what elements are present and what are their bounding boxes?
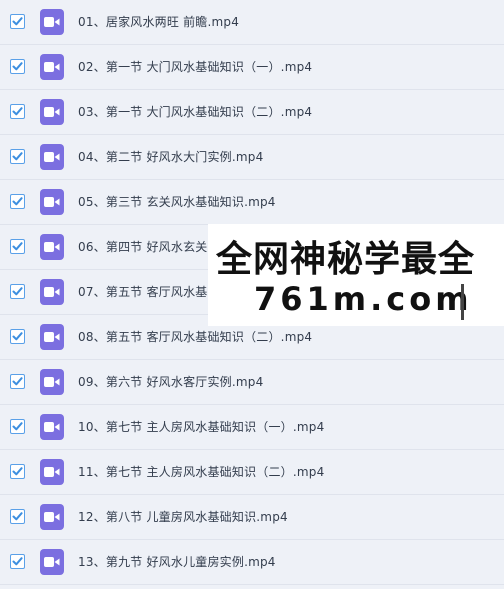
checkmark-icon xyxy=(12,557,23,566)
file-name[interactable]: 05、第三节 玄关风水基础知识.mp4 xyxy=(78,193,276,210)
file-name[interactable]: 10、第七节 主人房风水基础知识（一）.mp4 xyxy=(78,418,324,435)
watermark-title: 全网神秘学最全 xyxy=(216,239,476,280)
checkmark-icon xyxy=(12,467,23,476)
checkmark-icon xyxy=(12,512,23,521)
checkmark-icon xyxy=(12,107,23,116)
watermark-url: 761m.com xyxy=(254,280,473,318)
checkmark-icon xyxy=(12,197,23,206)
file-checkbox[interactable] xyxy=(10,14,25,29)
file-name[interactable]: 13、第九节 好风水儿童房实例.mp4 xyxy=(78,553,276,570)
file-checkbox[interactable] xyxy=(10,104,25,119)
file-checkbox[interactable] xyxy=(10,194,25,209)
file-row[interactable]: 10、第七节 主人房风水基础知识（一）.mp4 xyxy=(0,405,504,450)
video-file-icon xyxy=(40,549,64,575)
checkmark-icon xyxy=(12,17,23,26)
file-checkbox[interactable] xyxy=(10,284,25,299)
video-file-icon xyxy=(40,99,64,125)
file-name[interactable]: 02、第一节 大门风水基础知识（一）.mp4 xyxy=(78,58,312,75)
video-file-icon xyxy=(40,279,64,305)
video-file-icon xyxy=(40,9,64,35)
checkmark-icon xyxy=(12,332,23,341)
file-name[interactable]: 06、第四节 好风水玄关 xyxy=(78,238,208,255)
video-file-icon xyxy=(40,234,64,260)
file-row[interactable]: 09、第六节 好风水客厅实例.mp4 xyxy=(0,360,504,405)
text-cursor xyxy=(461,284,464,320)
file-name[interactable]: 12、第八节 儿童房风水基础知识.mp4 xyxy=(78,508,288,525)
file-checkbox[interactable] xyxy=(10,464,25,479)
file-checkbox[interactable] xyxy=(10,374,25,389)
checkmark-icon xyxy=(12,152,23,161)
file-checkbox[interactable] xyxy=(10,419,25,434)
checkmark-icon xyxy=(12,377,23,386)
file-row[interactable]: 04、第二节 好风水大门实例.mp4 xyxy=(0,135,504,180)
file-checkbox[interactable] xyxy=(10,239,25,254)
file-checkbox[interactable] xyxy=(10,149,25,164)
video-file-icon xyxy=(40,414,64,440)
checkmark-icon xyxy=(12,287,23,296)
file-checkbox[interactable] xyxy=(10,509,25,524)
file-name[interactable]: 01、居家风水两旺 前瞻.mp4 xyxy=(78,13,239,30)
checkmark-icon xyxy=(12,242,23,251)
video-file-icon xyxy=(40,54,64,80)
file-row[interactable]: 05、第三节 玄关风水基础知识.mp4 xyxy=(0,180,504,225)
file-name[interactable]: 04、第二节 好风水大门实例.mp4 xyxy=(78,148,263,165)
file-row[interactable]: 13、第九节 好风水儿童房实例.mp4 xyxy=(0,540,504,585)
checkmark-icon xyxy=(12,422,23,431)
file-name[interactable]: 11、第七节 主人房风水基础知识（二）.mp4 xyxy=(78,463,324,480)
file-name[interactable]: 07、第五节 客厅风水基 xyxy=(78,283,208,300)
file-name[interactable]: 03、第一节 大门风水基础知识（二）.mp4 xyxy=(78,103,312,120)
file-checkbox[interactable] xyxy=(10,329,25,344)
checkmark-icon xyxy=(12,62,23,71)
video-file-icon xyxy=(40,459,64,485)
file-checkbox[interactable] xyxy=(10,554,25,569)
file-row[interactable]: 11、第七节 主人房风水基础知识（二）.mp4 xyxy=(0,450,504,495)
video-file-icon xyxy=(40,504,64,530)
file-row[interactable]: 02、第一节 大门风水基础知识（一）.mp4 xyxy=(0,45,504,90)
file-checkbox[interactable] xyxy=(10,59,25,74)
file-name[interactable]: 08、第五节 客厅风水基础知识（二）.mp4 xyxy=(78,328,312,345)
video-file-icon xyxy=(40,189,64,215)
file-row[interactable]: 12、第八节 儿童房风水基础知识.mp4 xyxy=(0,495,504,540)
file-row[interactable]: 01、居家风水两旺 前瞻.mp4 xyxy=(0,0,504,45)
video-file-icon xyxy=(40,144,64,170)
video-file-icon xyxy=(40,369,64,395)
file-row[interactable]: 03、第一节 大门风水基础知识（二）.mp4 xyxy=(0,90,504,135)
file-name[interactable]: 09、第六节 好风水客厅实例.mp4 xyxy=(78,373,263,390)
watermark-overlay: 全网神秘学最全 761m.com xyxy=(208,224,504,326)
video-file-icon xyxy=(40,324,64,350)
